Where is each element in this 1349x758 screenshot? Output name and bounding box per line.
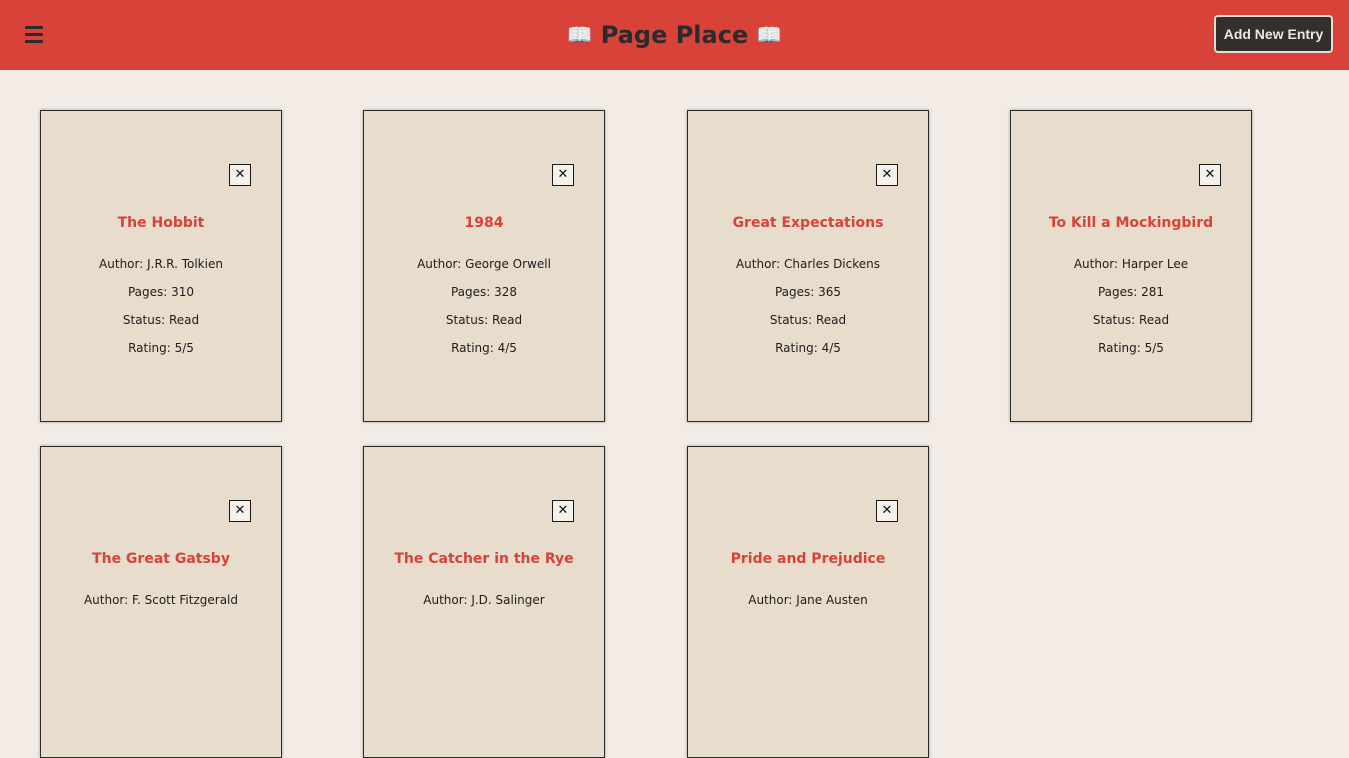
book-title: Pride and Prejudice [730, 551, 886, 567]
book-pages: Pages: 281 [1097, 285, 1165, 299]
book-rating: Rating: 4/5 [775, 341, 841, 355]
book-rating: Rating: 4/5 [451, 341, 517, 355]
book-card: ✕ Pride and Prejudice Author: Jane Auste… [687, 446, 929, 758]
book-author: Author: George Orwell [417, 257, 551, 271]
book-status: Status: Read [445, 313, 523, 327]
app-title: 📖 Page Place 📖 [567, 21, 783, 49]
book-card: ✕ 1984 Author: George Orwell Pages: 328 … [363, 110, 605, 422]
book-author: Author: Charles Dickens [735, 257, 881, 271]
book-title: Great Expectations [732, 215, 884, 231]
app-header: 📖 Page Place 📖 Add New Entry [0, 0, 1349, 70]
delete-card-close-icon[interactable]: ✕ [876, 164, 898, 186]
delete-card-close-icon[interactable]: ✕ [552, 164, 574, 186]
hamburger-menu-icon[interactable] [24, 24, 46, 44]
open-book-icon: 📖 [756, 22, 783, 47]
book-author: Author: Jane Austen [748, 593, 868, 607]
book-status: Status: Read [122, 313, 200, 327]
book-title: To Kill a Mockingbird [1048, 215, 1214, 231]
delete-card-close-icon[interactable]: ✕ [229, 500, 251, 522]
book-author: Author: F. Scott Fitzgerald [83, 593, 239, 607]
book-card: ✕ The Catcher in the Rye Author: J.D. Sa… [363, 446, 605, 758]
open-book-icon: 📖 [566, 22, 593, 47]
book-card: ✕ The Great Gatsby Author: F. Scott Fitz… [40, 446, 282, 758]
delete-card-close-icon[interactable]: ✕ [229, 164, 251, 186]
book-pages: Pages: 365 [774, 285, 842, 299]
book-author: Author: J.R.R. Tolkien [99, 257, 223, 271]
book-card: ✕ Great Expectations Author: Charles Dic… [687, 110, 929, 422]
book-title: The Great Gatsby [92, 551, 230, 567]
delete-card-close-icon[interactable]: ✕ [876, 500, 898, 522]
book-title: The Hobbit [117, 215, 205, 231]
book-pages: Pages: 328 [450, 285, 518, 299]
book-card: ✕ The Hobbit Author: J.R.R. Tolkien Page… [40, 110, 282, 422]
book-rating: Rating: 5/5 [128, 341, 194, 355]
book-rating: Rating: 5/5 [1098, 341, 1164, 355]
book-title: The Catcher in the Rye [394, 551, 574, 567]
book-title: 1984 [464, 215, 504, 231]
app-title-text: Page Place [600, 21, 749, 49]
book-status: Status: Read [769, 313, 847, 327]
delete-card-close-icon[interactable]: ✕ [1199, 164, 1221, 186]
book-status: Status: Read [1092, 313, 1170, 327]
book-pages: Pages: 310 [127, 285, 195, 299]
book-author: Author: Harper Lee [1073, 257, 1189, 271]
book-author: Author: J.D. Salinger [423, 593, 545, 607]
delete-card-close-icon[interactable]: ✕ [552, 500, 574, 522]
book-card: ✕ To Kill a Mockingbird Author: Harper L… [1010, 110, 1252, 422]
add-new-entry-button[interactable]: Add New Entry [1214, 15, 1333, 53]
